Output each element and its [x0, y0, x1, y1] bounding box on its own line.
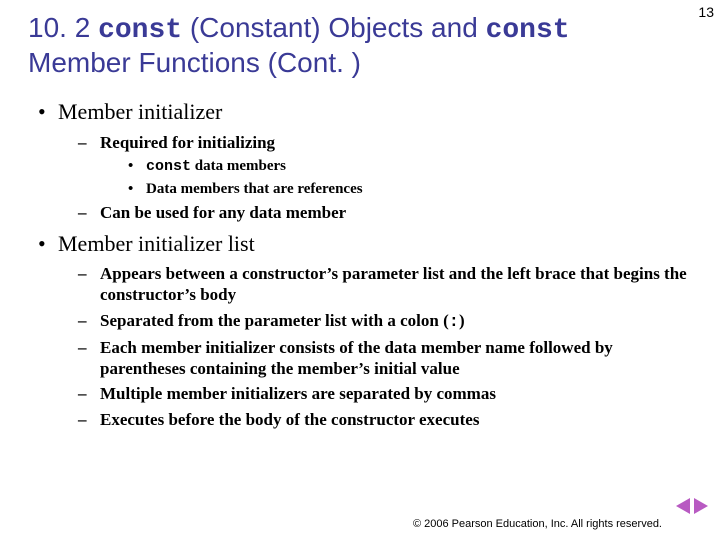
bullet-text: Member initializer list — [58, 231, 255, 256]
bullet-member-initializer: Member initializer Required for initiali… — [38, 98, 690, 224]
slide-body: Member initializer Required for initiali… — [38, 98, 690, 436]
slide: 13 10. 2 const (Constant) Objects and co… — [0, 0, 720, 540]
next-slide-button[interactable] — [694, 498, 708, 514]
title-keyword-const-1: const — [98, 15, 182, 46]
subbullet-required-for-initializing: Required for initializing const data mem… — [78, 132, 690, 199]
subbullet-text: Required for initializing — [100, 133, 275, 152]
bullet-text: Member initializer — [58, 99, 222, 124]
subbullet-text: Executes before the body of the construc… — [100, 410, 479, 429]
keyword-const: const — [146, 158, 191, 175]
page-number: 13 — [698, 4, 714, 20]
subbullet-text: Appears between a constructor’s paramete… — [100, 264, 687, 304]
subbullet-text: Each member initializer consists of the … — [100, 338, 613, 378]
subbullet-separated-colon: Separated from the parameter list with a… — [78, 310, 690, 333]
nav-arrows — [676, 498, 708, 514]
subbullet-text-pre: Separated from the parameter list with a… — [100, 311, 449, 330]
subbullet-each-member-initializer: Each member initializer consists of the … — [78, 337, 690, 380]
copyright-footer: © 2006 Pearson Education, Inc. All right… — [413, 518, 662, 530]
subbullet-any-data-member: Can be used for any data member — [78, 202, 690, 223]
subbullet-text: Multiple member initializers are separat… — [100, 384, 496, 403]
subsubbullet-text: Data members that are references — [146, 181, 363, 197]
subsubbullet-text: data members — [191, 158, 286, 174]
slide-title: 10. 2 const (Constant) Objects and const… — [28, 12, 660, 79]
title-mid: (Constant) Objects and — [182, 12, 485, 43]
subbullet-text-post: ) — [459, 311, 465, 330]
subbullet-executes-before-body: Executes before the body of the construc… — [78, 409, 690, 430]
subbullet-text: Can be used for any data member — [100, 203, 346, 222]
subsubbullet-const-data-members: const data members — [128, 157, 690, 177]
title-prefix: 10. 2 — [28, 12, 98, 43]
subbullet-multiple-separated-commas: Multiple member initializers are separat… — [78, 383, 690, 404]
subbullet-appears-between: Appears between a constructor’s paramete… — [78, 263, 690, 306]
subsubbullet-reference-data-members: Data members that are references — [128, 180, 690, 199]
title-rest: Member Functions (Cont. ) — [28, 47, 361, 78]
title-keyword-const-2: const — [486, 15, 570, 46]
keyword-colon: : — [449, 313, 459, 332]
bullet-member-initializer-list: Member initializer list Appears between … — [38, 230, 690, 430]
prev-slide-button[interactable] — [676, 498, 690, 514]
